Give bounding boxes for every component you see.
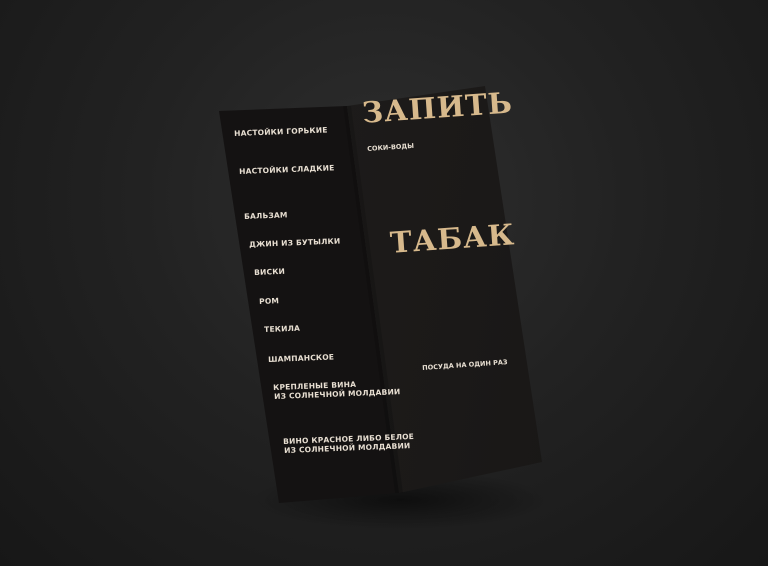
section-heading: ВИСКИ xyxy=(254,266,286,277)
section-heading: БАЛЬЗАМ xyxy=(244,210,288,221)
section-heading: ТЕКИЛА xyxy=(264,323,301,334)
drinks-title: ЗАПИТЬ xyxy=(361,85,514,130)
section-heading: РОМ xyxy=(259,296,280,306)
